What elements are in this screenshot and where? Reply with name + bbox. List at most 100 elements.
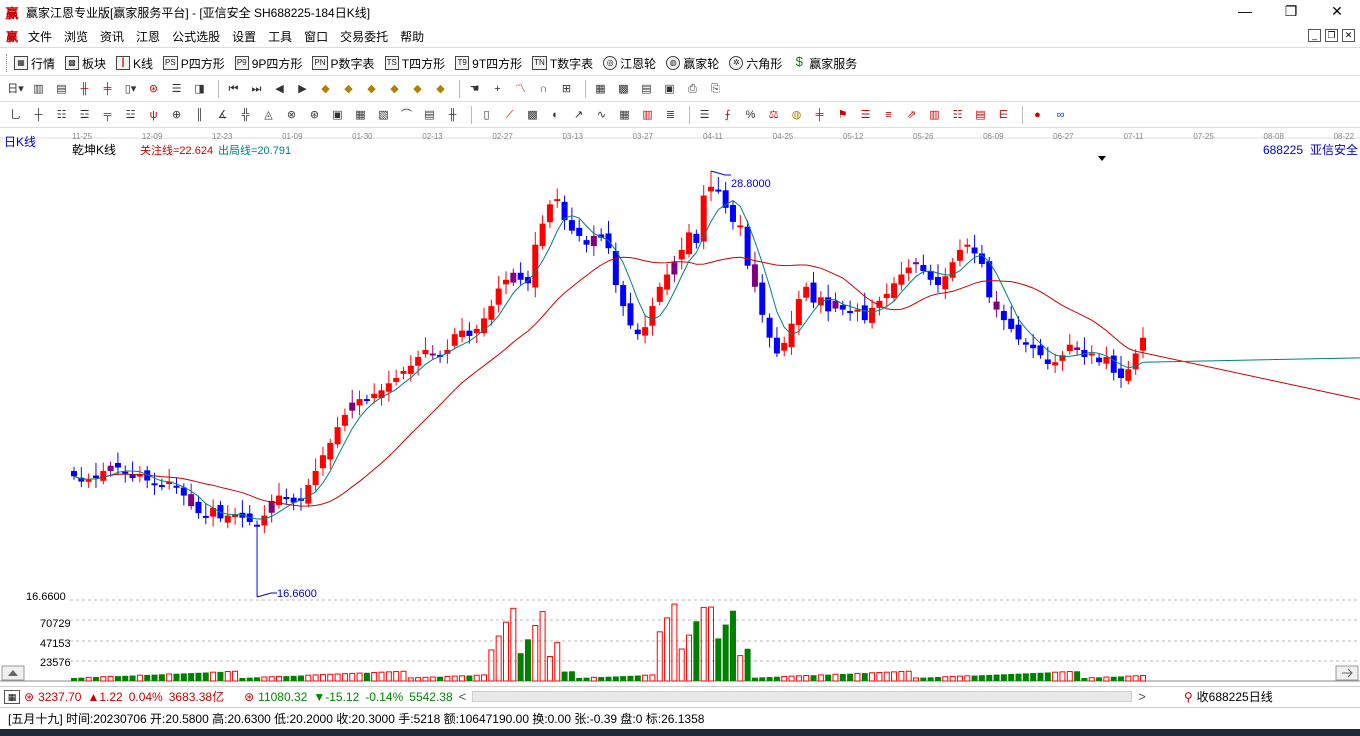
mdi-close-button[interactable]: ✕ <box>1342 29 1355 42</box>
candlestick-icon[interactable]: ▥ <box>29 80 48 98</box>
spiral-icon[interactable]: ⊛ <box>305 106 324 124</box>
zoom-icon[interactable]: ⊞ <box>557 80 576 98</box>
line-tool-icon[interactable]: 乚 <box>6 106 25 124</box>
maximize-button[interactable]: ❐ <box>1268 0 1314 24</box>
frame-icon[interactable]: ▯ <box>477 106 496 124</box>
ellipse-icon[interactable]: ◐ <box>546 106 565 124</box>
custom-formula-icon[interactable]: ⨍ <box>718 106 737 124</box>
box-icon[interactable]: ▦ <box>351 106 370 124</box>
first-bar-icon[interactable]: ⏮ <box>224 80 243 98</box>
menu-window[interactable]: 窗口 <box>298 28 334 45</box>
scroll-up-button[interactable] <box>1 665 25 681</box>
speed-lines-icon[interactable]: ☳ <box>121 106 140 124</box>
diamond-down-icon[interactable]: ◆ <box>385 80 404 98</box>
menu-browse[interactable]: 浏览 <box>58 28 94 45</box>
nav-t-number-table[interactable]: TN T数字表 <box>532 55 593 72</box>
fib-icon[interactable]: ☷ <box>52 106 71 124</box>
vertical-lines-icon[interactable]: ┼ <box>29 106 48 124</box>
nav-p-number-table[interactable]: PN P数字表 <box>312 55 375 72</box>
gann-box-icon[interactable]: ▧ <box>374 106 393 124</box>
zigzag-icon[interactable]: 〽 <box>511 80 530 98</box>
cursor-select-icon[interactable]: ▯▾ <box>121 80 140 98</box>
next-icon[interactable]: ▶ <box>293 80 312 98</box>
notes-icon[interactable]: ▤ <box>637 80 656 98</box>
gann-fan-icon[interactable]: ⊕ <box>167 106 186 124</box>
print-icon[interactable]: ⎙ <box>683 80 702 98</box>
period-select-icon[interactable]: 日▾ <box>6 80 25 98</box>
regression-icon[interactable]: ▩ <box>523 106 542 124</box>
percent-icon[interactable]: % <box>741 106 760 124</box>
gold-coin-icon[interactable]: ◍ <box>787 106 806 124</box>
grid-tool-icon[interactable]: ▤ <box>420 106 439 124</box>
nav-quotes[interactable]: ▦ 行情 <box>14 55 55 72</box>
ticker-scrollbar[interactable] <box>472 691 1133 702</box>
wave-icon[interactable]: ∿ <box>592 106 611 124</box>
ruler-icon[interactable]: ╫ <box>443 106 462 124</box>
marker-icon[interactable]: ▥ <box>638 106 657 124</box>
formula-icon[interactable]: ⊛ <box>144 80 163 98</box>
arc-icon[interactable]: ⌒ <box>397 106 416 124</box>
prev-icon[interactable]: ◀ <box>270 80 289 98</box>
balance-icon[interactable]: ⚖ <box>764 106 783 124</box>
equal-lines-icon[interactable]: ≣ <box>661 106 680 124</box>
nav-p-square[interactable]: PS P四方形 <box>163 55 225 72</box>
square-tool-icon[interactable]: ▣ <box>328 106 347 124</box>
diamond-up-icon[interactable]: ◆ <box>362 80 381 98</box>
kline-chart[interactable]: 11-25 12-09 12-23 01-09 01-30 02-13 02-27 03-13… <box>0 129 1360 684</box>
angle-icon[interactable]: ∡ <box>213 106 232 124</box>
menu-formula[interactable]: 公式选股 <box>166 28 226 45</box>
mdi-minimize-button[interactable]: _ <box>1308 29 1321 42</box>
export-icon[interactable]: ⎘ <box>706 80 725 98</box>
diamond-star-icon[interactable]: ◆ <box>431 80 450 98</box>
menu-tools[interactable]: 工具 <box>262 28 298 45</box>
channel-icon[interactable]: ☲ <box>75 106 94 124</box>
panel-icon[interactable]: ▦ <box>4 689 20 704</box>
calculator-icon[interactable]: ▩ <box>614 80 633 98</box>
mdi-restore-button[interactable]: ❐ <box>1325 29 1338 42</box>
bars-icon[interactable]: ☰ <box>856 106 875 124</box>
cycle-lines-icon[interactable]: ║ <box>190 106 209 124</box>
double-bars-icon[interactable]: ▤ <box>971 106 990 124</box>
circle-tool-icon[interactable]: ⊗ <box>282 106 301 124</box>
magnet-icon[interactable]: ∩ <box>534 80 553 98</box>
menu-settings[interactable]: 设置 <box>226 28 262 45</box>
indicator-list-icon[interactable]: ☰ <box>695 106 714 124</box>
menu-trade[interactable]: 交易委托 <box>334 28 394 45</box>
triangle-icon[interactable]: ◬ <box>259 106 278 124</box>
diamond-cross-icon[interactable]: ◆ <box>408 80 427 98</box>
nav-hexagon[interactable]: ✲ 六角形 <box>729 55 782 72</box>
menu-gann[interactable]: 江恩 <box>130 28 166 45</box>
save-icon[interactable]: ▣ <box>660 80 679 98</box>
bar-chart-icon[interactable]: ╪ <box>98 80 117 98</box>
menu-file[interactable]: 文件 <box>22 28 58 45</box>
table-icon[interactable]: ▦ <box>615 106 634 124</box>
diamond-left-icon[interactable]: ◆ <box>316 80 335 98</box>
trend-arrow-icon[interactable]: ⇗ <box>902 106 921 124</box>
levels-icon[interactable]: ⋿ <box>994 106 1013 124</box>
nav-t-square[interactable]: TS T四方形 <box>384 55 445 72</box>
menu-help[interactable]: 帮助 <box>394 28 430 45</box>
scroll-right-arrow[interactable]: > <box>1138 689 1146 704</box>
cross-grid-icon[interactable]: ╪ <box>810 106 829 124</box>
chart-type-icon[interactable]: ╫ <box>75 80 94 98</box>
flag-icon[interactable]: ⚑ <box>833 106 852 124</box>
minimize-button[interactable]: — <box>1222 0 1268 24</box>
calendar-icon[interactable]: ▦ <box>591 80 610 98</box>
ladder-icon[interactable]: ☷ <box>948 106 967 124</box>
hand-icon[interactable]: ☚ <box>465 80 484 98</box>
arrow-line-icon[interactable]: ↗ <box>569 106 588 124</box>
trend-line-icon[interactable]: ⟋ <box>500 106 519 124</box>
last-bar-icon[interactable]: ⏭ <box>247 80 266 98</box>
scroll-right-button[interactable] <box>1335 665 1359 681</box>
dropdown-arrow-icon[interactable] <box>1098 156 1106 161</box>
nav-winner-service[interactable]: $ 赢家服务 <box>792 55 858 72</box>
color-palette-icon[interactable]: ● <box>1028 106 1047 124</box>
crosshair-icon[interactable]: + <box>488 80 507 98</box>
menu-news[interactable]: 资讯 <box>94 28 130 45</box>
nav-9t-square[interactable]: T9 9T四方形 <box>455 55 522 72</box>
pitchfork-icon[interactable]: ψ <box>144 106 163 124</box>
column-icon[interactable]: ▥ <box>925 106 944 124</box>
nav-kline[interactable]: ┃ K线 <box>116 55 153 72</box>
nav-9p-square[interactable]: P9 9P四方形 <box>234 55 302 72</box>
diamond-right-icon[interactable]: ◆ <box>339 80 358 98</box>
